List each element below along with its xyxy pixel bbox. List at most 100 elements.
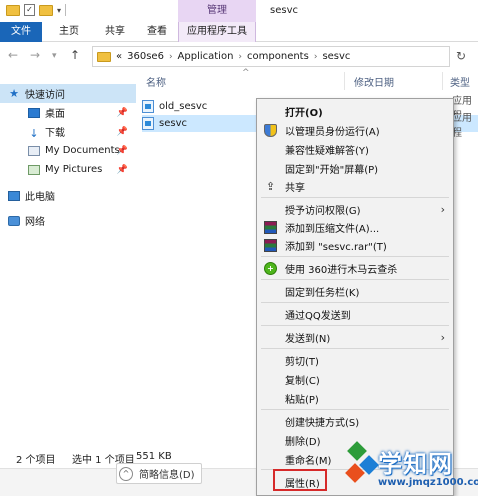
menu-item-label: 创建快捷方式(S) <box>285 417 360 429</box>
pin-icon[interactable]: 📌 <box>117 165 128 175</box>
pin-icon[interactable]: 📌 <box>117 146 128 156</box>
nav-item-label: My Pictures <box>45 164 103 175</box>
desktop-icon <box>28 107 40 118</box>
nav-my-pictures[interactable]: My Pictures 📌 <box>0 160 136 179</box>
properties-quick-icon[interactable]: ✓ <box>24 4 35 16</box>
watermark-url: www.jmqz1000.com <box>378 477 478 488</box>
menu-paste[interactable]: 粘贴(P) <box>257 389 453 407</box>
menu-item-label: 添加到 "sesvc.rar"(T) <box>285 241 387 253</box>
menu-add-to-rar[interactable]: 添加到 "sesvc.rar"(T) <box>257 236 453 254</box>
item-count: 2 个项目 <box>16 455 56 466</box>
menu-add-to-archive[interactable]: 添加到压缩文件(A)... <box>257 218 453 236</box>
menu-cut[interactable]: 剪切(T) <box>257 351 453 369</box>
address-overflow[interactable]: « <box>116 51 122 62</box>
nav-my-documents[interactable]: My Documents 📌 <box>0 141 136 160</box>
nav-item-label: 此电脑 <box>25 192 55 203</box>
context-menu: 打开(O) 以管理员身份运行(A) 兼容性疑难解答(Y) 固定到"开始"屏幕(P… <box>256 98 454 496</box>
menu-item-label: 发送到(N) <box>285 333 331 345</box>
menu-pin-to-taskbar[interactable]: 固定到任务栏(K) <box>257 282 453 300</box>
pin-icon[interactable]: 📌 <box>117 127 128 137</box>
window-title: sesvc <box>270 5 298 16</box>
up-arrow-icon[interactable]: ↑ <box>70 48 80 62</box>
recent-dropdown-icon[interactable]: ▾ <box>52 51 57 61</box>
back-arrow-icon[interactable]: ← <box>8 48 18 62</box>
menu-item-label: 使用 360进行木马云查杀 <box>285 264 398 276</box>
ribbon-tabs: 文件 主页 共享 查看 应用程序工具 <box>0 22 478 42</box>
menu-run-as-admin[interactable]: 以管理员身份运行(A) <box>257 121 453 139</box>
tab-file[interactable]: 文件 <box>0 22 42 42</box>
nav-item-label: 网络 <box>25 217 45 228</box>
address-bar[interactable]: « 360se6 › Application › components › se… <box>92 46 450 67</box>
manage-context-header[interactable]: 管理 <box>178 0 256 22</box>
navigation-pane: ★ 快速访问 桌面 📌 ↓ 下载 📌 My Documents 📌 My Pic… <box>0 70 136 446</box>
file-type: 应用程 <box>452 112 472 139</box>
menu-divider <box>261 409 449 410</box>
menu-send-to[interactable]: 发送到(N) › <box>257 328 453 346</box>
menu-360-scan[interactable]: + 使用 360进行木马云查杀 <box>257 259 453 277</box>
winrar-icon <box>264 238 277 252</box>
column-divider[interactable] <box>442 72 443 90</box>
breadcrumb-components[interactable]: components <box>247 51 309 62</box>
menu-item-label: 授予访问权限(G) <box>285 205 361 217</box>
shield-icon <box>264 123 277 137</box>
menu-item-label: 删除(D) <box>285 436 321 448</box>
fewer-details-button[interactable]: ^ 简略信息(D) <box>116 463 202 484</box>
properties-highlight-box <box>273 469 327 491</box>
menu-share[interactable]: ⇪ 共享 <box>257 177 453 195</box>
watermark-title: 学知网 <box>378 450 453 478</box>
menu-item-label: 固定到"开始"屏幕(P) <box>285 164 379 176</box>
pin-icon[interactable]: 📌 <box>117 108 128 118</box>
menu-divider <box>261 256 449 257</box>
menu-divider <box>261 302 449 303</box>
customize-dropdown-icon[interactable]: ▾ <box>57 6 61 15</box>
folder-icon <box>6 4 20 16</box>
star-icon: ★ <box>9 87 19 100</box>
menu-send-via-qq[interactable]: 通过QQ发送到 <box>257 305 453 323</box>
tab-application-tools[interactable]: 应用程序工具 <box>178 22 256 42</box>
menu-pin-to-start[interactable]: 固定到"开始"屏幕(P) <box>257 159 453 177</box>
application-icon <box>142 100 154 113</box>
new-folder-icon[interactable] <box>39 4 53 16</box>
winrar-icon <box>264 220 277 234</box>
breadcrumb-360se6[interactable]: 360se6 <box>127 51 164 62</box>
file-name: sesvc <box>159 118 187 129</box>
chevron-right-icon[interactable]: › <box>238 52 242 62</box>
pictures-icon <box>28 164 40 175</box>
watermark: 学知网 www.jmqz1000.com <box>345 441 478 496</box>
column-header-date[interactable]: 修改日期 <box>354 74 394 89</box>
quick-access-toolbar: ✓ ▾ <box>6 4 67 16</box>
nav-this-pc[interactable]: 此电脑 <box>0 186 136 205</box>
refresh-icon[interactable]: ↻ <box>456 49 466 63</box>
menu-grant-access[interactable]: 授予访问权限(G) › <box>257 200 453 218</box>
breadcrumb-sesvc[interactable]: sesvc <box>322 51 350 62</box>
menu-item-label: 打开(O) <box>285 107 323 119</box>
nav-downloads[interactable]: ↓ 下载 📌 <box>0 122 136 141</box>
submenu-arrow-icon: › <box>440 202 445 216</box>
nav-quick-access[interactable]: ★ 快速访问 <box>0 84 136 103</box>
chevron-right-icon[interactable]: › <box>169 52 173 62</box>
menu-create-shortcut[interactable]: 创建快捷方式(S) <box>257 412 453 430</box>
breadcrumb-application[interactable]: Application <box>178 51 234 62</box>
menu-item-label: 复制(C) <box>285 375 320 387</box>
column-header-name[interactable]: 名称 <box>146 74 166 89</box>
nav-network[interactable]: 网络 <box>0 211 136 230</box>
chevron-right-icon[interactable]: › <box>314 52 318 62</box>
tab-view[interactable]: 查看 <box>142 22 172 42</box>
folder-icon <box>97 51 111 62</box>
menu-copy[interactable]: 复制(C) <box>257 370 453 388</box>
forward-arrow-icon[interactable]: → <box>30 48 40 62</box>
menu-divider <box>261 348 449 349</box>
submenu-arrow-icon: › <box>440 330 445 344</box>
column-divider[interactable] <box>344 72 345 90</box>
column-header-type[interactable]: 类型 <box>450 74 470 89</box>
tab-share[interactable]: 共享 <box>100 22 130 42</box>
toolbar-separator <box>65 4 67 16</box>
selected-size: 551 KB <box>136 451 172 462</box>
tab-home[interactable]: 主页 <box>54 22 84 42</box>
menu-item-label: 兼容性疑难解答(Y) <box>285 145 369 157</box>
menu-open[interactable]: 打开(O) <box>257 102 453 120</box>
nav-desktop[interactable]: 桌面 📌 <box>0 103 136 122</box>
application-icon <box>142 117 154 130</box>
nav-item-label: 桌面 <box>45 109 65 120</box>
menu-compat-troubleshoot[interactable]: 兼容性疑难解答(Y) <box>257 140 453 158</box>
